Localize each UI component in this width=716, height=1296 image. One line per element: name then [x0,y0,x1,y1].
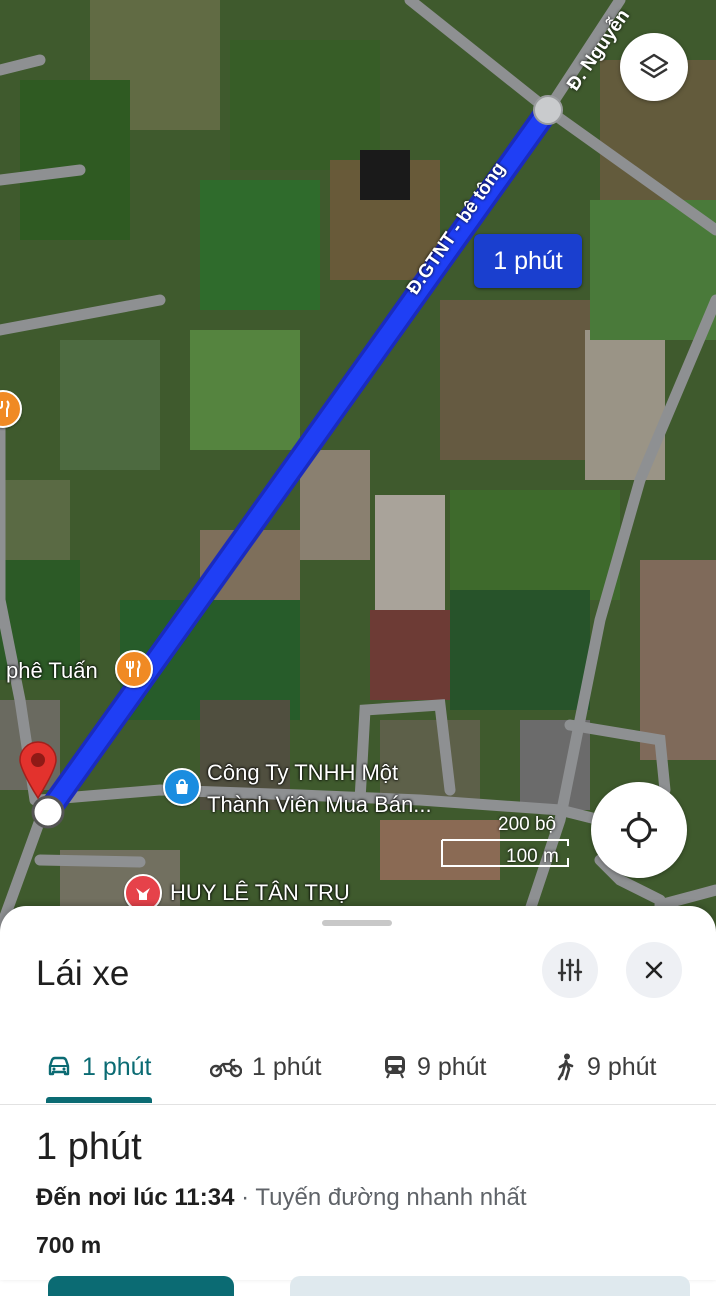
car-icon [48,1056,70,1076]
scale-imperial: 200 bộ [498,814,557,835]
my-location-button[interactable] [591,782,687,878]
close-icon [645,961,663,979]
map-view[interactable]: Đ.GTNT - bê tông Đ. Nguyễn 1 phút phê Tu… [0,0,716,940]
close-button[interactable] [626,942,682,998]
layers-button[interactable] [620,33,688,101]
directions-sheet[interactable]: Lái xe 1 phút 1 phút 9 phút 9 phút 1 phú… [0,906,716,1296]
route-duration: 1 phút [36,1126,142,1168]
route-options-button[interactable] [542,942,598,998]
start-button[interactable] [48,1276,234,1296]
active-tab-indicator [46,1097,152,1103]
poi-label-shop[interactable]: HUY LÊ TÂN TRỤ [170,880,350,906]
poi-label-cafe[interactable]: phê Tuấn [6,658,98,684]
arrival-time: Đến nơi lúc 11:34 [36,1184,235,1211]
walk-icon [557,1053,574,1081]
layers-icon [639,53,669,79]
cafe-pin-icon[interactable] [115,650,153,688]
tab-transit[interactable]: 9 phút [383,1030,487,1104]
tab-motorbike-label: 1 phút [252,1052,322,1081]
tab-transit-label: 9 phút [417,1052,487,1081]
transit-icon [385,1056,405,1079]
sheet-title: Lái xe [36,954,130,993]
poi-label-company-line2[interactable]: Thành Viên Mua Bán... [207,792,432,818]
poi-label-company-line1[interactable]: Công Ty TNHH Một [207,760,398,786]
scale-bar [441,839,569,867]
tab-walking[interactable]: 9 phút [555,1030,657,1104]
shopping-pin-icon[interactable] [163,768,201,806]
route-duration-chip[interactable]: 1 phút [474,234,582,288]
travel-mode-tabs: 1 phút 1 phút 9 phút 9 phút [0,1030,716,1105]
route-summary: Đến nơi lúc 11:34 · Tuyến đường nhanh nh… [36,1184,527,1212]
tune-icon [557,958,583,982]
route-note: Tuyến đường nhanh nhất [255,1184,527,1211]
sheet-drag-handle[interactable] [322,920,392,926]
secondary-button[interactable] [290,1276,690,1296]
route-distance: 700 m [36,1232,102,1258]
tab-driving[interactable]: 1 phút [46,1030,152,1104]
tab-motorbike[interactable]: 1 phút [210,1030,322,1104]
tab-walking-label: 9 phút [587,1052,657,1081]
tab-driving-label: 1 phút [82,1052,152,1081]
destination-pin-icon[interactable] [18,740,58,800]
my-location-icon [621,812,657,848]
separator: · [234,1184,256,1211]
motorbike-icon [210,1058,242,1078]
